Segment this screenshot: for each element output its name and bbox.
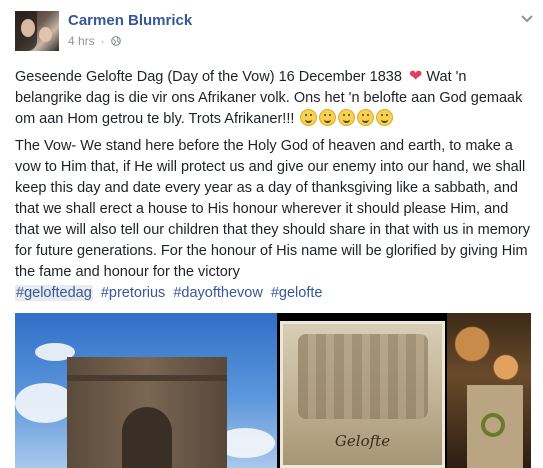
avatar[interactable] (15, 11, 59, 51)
smile-emoji-icon (357, 109, 375, 126)
globe-icon[interactable] (110, 36, 121, 46)
timestamp[interactable]: 4 hrs (68, 34, 95, 48)
relief-panel: Gelofte (280, 321, 445, 468)
post-image[interactable]: Gelofte (15, 313, 531, 468)
cloud (15, 383, 75, 423)
hashtags: #geloftedag #pretorius #dayofthevow #gel… (15, 285, 326, 301)
crowd-photo (447, 313, 531, 468)
post-text: Geseende Gelofte Dag (Day of the Vow) 16… (15, 66, 533, 310)
paragraph-1-title: Geseende Gelofte Dag (Day of the Vow) 16… (15, 69, 402, 85)
facebook-post: Carmen Blumrick 4 hrs · Geseende Gelofte… (0, 0, 543, 468)
avatar-face (21, 19, 35, 37)
avatar-face-child (39, 27, 52, 42)
post-paragraph-2: The Vow- We stand here before the Holy G… (15, 136, 533, 304)
separator-dot: · (100, 34, 105, 48)
hashtag-link[interactable]: #pretorius (101, 285, 165, 301)
chevron-down-icon[interactable] (521, 14, 533, 24)
monument-image (67, 357, 227, 468)
hashtag-link[interactable]: #dayofthevow (173, 285, 262, 301)
post-paragraph-1: Geseende Gelofte Dag (Day of the Vow) 16… (15, 66, 533, 130)
paragraph-2-body: The Vow- We stand here before the Holy G… (15, 138, 530, 280)
monument-band (67, 375, 227, 381)
relief-caption: Gelofte (334, 432, 391, 450)
author-name[interactable]: Carmen Blumrick (68, 12, 192, 29)
smile-emoji-icon (338, 109, 356, 126)
smile-emoji-icon (300, 109, 318, 126)
wreath (481, 413, 505, 437)
hashtag-link[interactable]: #gelofte (271, 285, 323, 301)
monument-arch (122, 407, 172, 468)
smile-emoji-icon (376, 109, 394, 126)
smile-emoji-icon (319, 109, 337, 126)
relief-figures (298, 334, 428, 419)
heart-icon: ❤ (408, 68, 423, 85)
hashtag-link[interactable]: #geloftedag (15, 285, 93, 301)
post-meta: 4 hrs · (68, 34, 121, 48)
